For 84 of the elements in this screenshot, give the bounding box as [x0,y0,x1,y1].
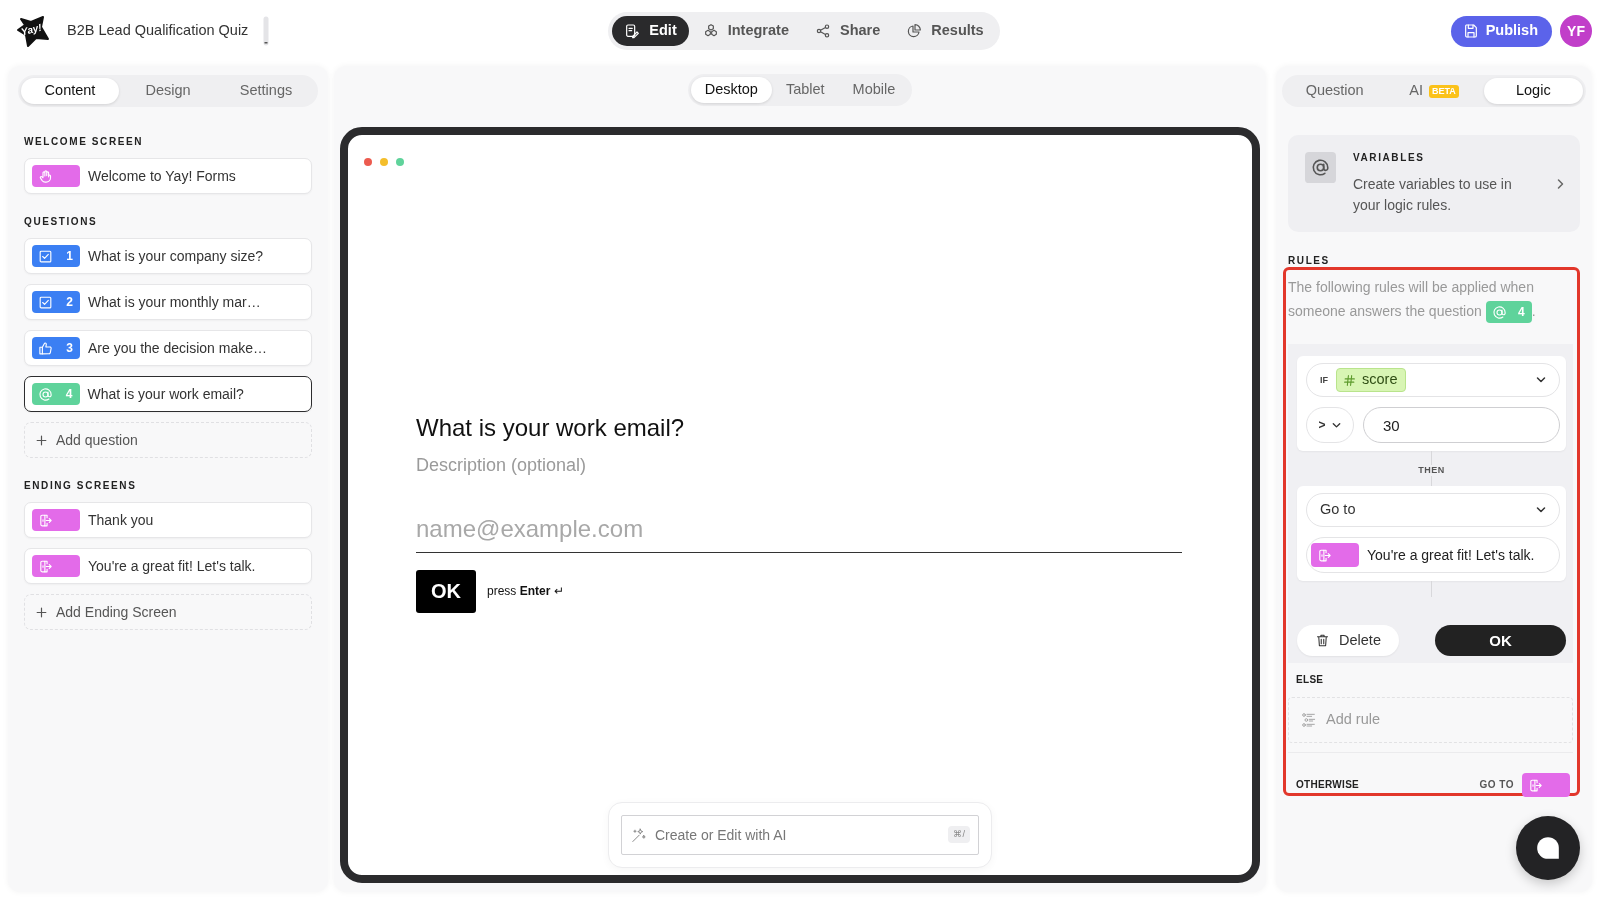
chat-button[interactable] [1516,816,1580,880]
panel-tab[interactable]: Question [1285,78,1385,104]
question-number: 4 [1518,306,1525,319]
sidebar-item[interactable]: Welcome to Yay! Forms [24,158,312,194]
sidebar-item[interactable]: 1 What is your company size? [24,238,312,274]
question-title: What is your work email? [416,412,686,443]
panel-tab[interactable]: Logic [1483,78,1583,104]
variable-select[interactable]: IF score [1306,363,1560,398]
section-heading: ENDING SCREENS [24,480,138,492]
panel-tab[interactable]: AI BETA [1384,78,1484,104]
at-sign-icon [1305,152,1336,183]
answer-field[interactable]: name@example.com [416,506,1182,553]
ok-button[interactable]: OK [1435,625,1566,657]
plus-icon [35,433,48,447]
sidebar-item[interactable]: 4 What is your work email? [24,376,312,412]
mode-tab[interactable]: Edit [612,16,689,46]
question-number: 4 [65,388,73,400]
target-select[interactable]: You're a great fit! Let's talk. [1306,537,1560,574]
checkbox-icon [38,248,53,264]
section-heading: WELCOME SCREEN [24,136,145,148]
keyboard-hint: press Enter ↵ [487,583,564,600]
pie-chart-icon [906,23,923,39]
publish-button[interactable]: Publish [1450,15,1552,47]
description-field[interactable]: Description (optional) [416,452,656,477]
at-sign-icon [1491,304,1507,320]
cursor-bar-icon [263,16,270,46]
shortcut-key: ⌘/ [948,826,970,843]
device-tab[interactable]: Desktop [690,77,772,103]
trash-icon [1315,633,1331,649]
variables-heading: VARIABLES [1353,152,1426,164]
rule-list-icon [1301,712,1317,729]
door-exit-icon [1317,547,1332,563]
panel-tab[interactable]: Design [119,78,217,104]
question-number: 1 [66,250,73,262]
variables-description: Create variables to use in your logic rules. [1353,175,1513,215]
document-pencil-icon [624,23,641,39]
sparkle-icon [630,827,647,844]
user-avatar[interactable]: YF [1560,15,1592,47]
add-item-button[interactable]: Add Ending Screen [24,594,312,630]
sidebar-item[interactable]: You're a great fit! Let's talk. [24,548,312,584]
logo[interactable]: Yay! [16,14,50,48]
device-tab[interactable]: Mobile [838,77,910,103]
at-sign-icon [37,386,53,402]
delete-button[interactable]: Delete [1297,625,1399,657]
sidebar-item[interactable]: Thank you [24,502,312,538]
variables-card[interactable]: VARIABLES Create variables to use in your logic rules. [1288,135,1580,232]
panel-tab[interactable]: Settings [217,78,315,104]
mode-tab[interactable]: Results [894,16,996,46]
mode-tab[interactable]: Share [802,16,893,46]
hash-icon [1343,373,1356,387]
thumbs-up-icon [38,340,53,356]
then-label: THEN [1418,465,1445,477]
form-title: B2B Lead Qualification Quiz [67,21,249,41]
action-select[interactable]: Go to [1306,493,1560,528]
share-icon [814,23,831,39]
sidebar-item[interactable]: 2 What is your monthly mar… [24,284,312,320]
rules-intro-text: The following rules will be applied when someone answers the question 4 . [1288,275,1573,324]
door-exit-icon [38,558,53,574]
panel-tab[interactable]: Content [21,78,119,104]
cubes-icon [702,23,719,39]
door-exit-icon [38,512,53,528]
variable-name: score [1362,370,1398,390]
if-label: IF [1320,373,1328,387]
go-to-label: GO TO [1479,779,1514,792]
add-item-button[interactable]: Add question [24,422,312,458]
question-number: 3 [66,342,73,354]
question-number: 2 [66,296,73,308]
device-tab[interactable]: Tablet [771,77,839,103]
beta-badge: BETA [1428,84,1459,98]
door-exit-icon [1528,777,1543,793]
plus-icon [35,605,48,619]
submit-button[interactable]: OK [416,569,476,613]
operator-select[interactable]: > [1306,407,1354,444]
rules-heading: RULES [1288,255,1331,267]
chat-bubble-icon [1535,835,1561,861]
section-heading: QUESTIONS [24,216,99,228]
otherwise-label: OTHERWISE [1296,779,1360,792]
sidebar-item[interactable]: 3 Are you the decision make… [24,330,312,366]
mode-tab[interactable]: Integrate [690,16,801,46]
window-controls-icon [364,158,404,167]
checkbox-icon [38,294,53,310]
else-heading: ELSE [1296,674,1325,687]
hand-icon [38,168,53,184]
value-field[interactable]: 30 [1363,407,1560,444]
